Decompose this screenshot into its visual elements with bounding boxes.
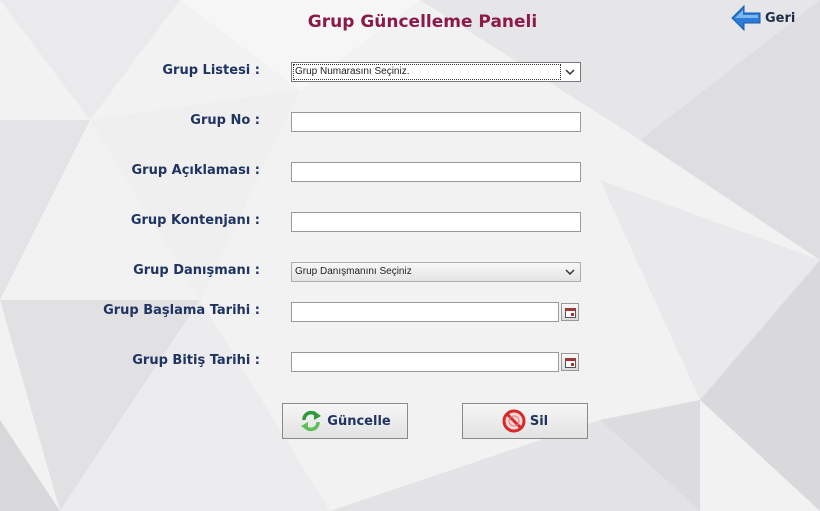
start-date-input[interactable] [291, 302, 559, 322]
description-label: Grup Açıklaması : [131, 163, 260, 178]
quota-input[interactable] [291, 212, 581, 232]
quota-label: Grup Kontenjanı : [130, 213, 260, 228]
group-list-select[interactable]: Grup Numarasını Seçiniz. [291, 62, 581, 82]
advisor-label: Grup Danışmanı : [133, 263, 260, 278]
page-title: Grup Güncelleme Paneli [307, 12, 538, 32]
delete-icon [502, 409, 526, 433]
start-date-picker-button[interactable] [561, 303, 579, 321]
back-button[interactable]: Geri [731, 4, 795, 32]
chevron-down-icon [565, 69, 575, 76]
advisor-value: Grup Danışmanını Seçiniz [295, 266, 412, 277]
end-date-input[interactable] [291, 352, 559, 372]
group-no-input[interactable] [291, 112, 581, 132]
update-button[interactable]: Güncelle [282, 403, 408, 439]
advisor-select[interactable]: Grup Danışmanını Seçiniz [291, 262, 581, 282]
delete-label: Sil [529, 413, 549, 429]
chevron-down-icon [565, 269, 575, 276]
end-date-label: Grup Bitiş Tarihi : [132, 353, 260, 368]
group-list-label: Grup Listesi : [162, 63, 260, 78]
calendar-icon [565, 358, 576, 368]
description-input[interactable] [291, 162, 581, 182]
group-no-label: Grup No : [190, 113, 260, 128]
refresh-icon [301, 410, 322, 432]
calendar-icon [565, 308, 576, 318]
arrow-left-icon [731, 5, 761, 31]
update-label: Güncelle [327, 413, 391, 429]
delete-button[interactable]: Sil [462, 403, 588, 439]
start-date-label: Grup Başlama Tarihi : [103, 303, 260, 318]
back-label: Geri [765, 10, 796, 26]
group-list-value: Grup Numarasını Seçiniz. [295, 66, 410, 77]
end-date-picker-button[interactable] [561, 353, 579, 371]
